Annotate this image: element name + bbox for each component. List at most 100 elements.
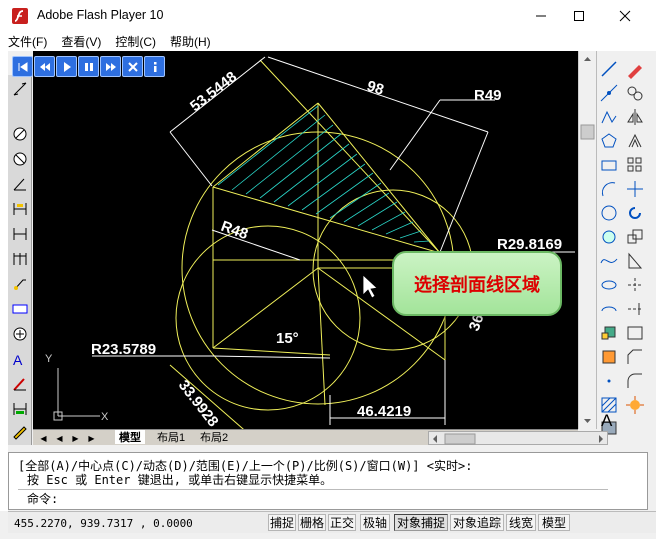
command-prompt: 命令: — [27, 492, 59, 506]
ortho-toggle[interactable]: 正交 — [328, 514, 356, 531]
lineweight-toggle[interactable]: 线宽 — [506, 514, 536, 531]
spline-icon[interactable] — [599, 251, 619, 271]
dim-r23-5789: R23.5789 — [91, 341, 156, 358]
polyline-icon[interactable] — [599, 107, 619, 127]
tab-nav-next[interactable]: ▶ — [69, 432, 82, 444]
menu-help[interactable]: 帮助(H) — [170, 33, 211, 50]
make-block-icon[interactable] — [599, 347, 619, 367]
move-icon[interactable] — [625, 179, 645, 199]
menu-bar: 文件(F) 查看(V) 控制(C) 帮助(H) — [0, 31, 656, 51]
angle-tool-icon[interactable] — [11, 175, 29, 193]
otrack-toggle[interactable]: 对象追踪 — [450, 514, 504, 531]
snap-toggle[interactable]: 捕捉 — [268, 514, 296, 531]
left-toolbar: A — [8, 75, 32, 445]
forward-button[interactable] — [100, 56, 121, 77]
tab-layout1[interactable]: 布局1 — [153, 430, 189, 444]
maximize-icon — [574, 10, 584, 21]
minimize-icon — [536, 15, 546, 16]
hatch-pattern — [217, 105, 430, 243]
model-toggle[interactable]: 模型 — [538, 514, 570, 531]
forward-icon — [105, 62, 116, 71]
command-history-line-2: 按 Esc 或 Enter 键退出, 或单击右键显示快捷菜单。 — [27, 473, 333, 487]
info-button[interactable] — [144, 56, 165, 77]
polygon-icon[interactable] — [599, 131, 619, 151]
scale-icon[interactable] — [625, 227, 645, 247]
tab-nav-prev[interactable]: ◀ — [53, 432, 66, 444]
vertical-scrollbar[interactable] — [578, 51, 595, 429]
close-movie-button[interactable] — [122, 56, 143, 77]
point-icon[interactable] — [599, 371, 619, 391]
tab-nav-first[interactable]: ◀ — [37, 432, 50, 444]
osnap-toggle[interactable]: 对象捕捉 — [394, 514, 448, 531]
menu-control[interactable]: 控制(C) — [115, 33, 156, 50]
menu-view[interactable]: 查看(V) — [61, 33, 101, 50]
cursor-coordinates: 455.2270, 939.7317 , 0.0000 — [14, 517, 193, 530]
dim-baseline-icon[interactable] — [11, 250, 29, 268]
trim-icon[interactable] — [625, 275, 645, 295]
svg-text:A: A — [13, 352, 23, 368]
command-input[interactable]: 命令: — [18, 489, 608, 506]
ellipse-icon[interactable] — [599, 275, 619, 295]
rewind-button[interactable] — [34, 56, 55, 77]
erase-tool-icon[interactable] — [625, 59, 645, 79]
break-icon[interactable] — [625, 323, 645, 343]
info-icon — [153, 61, 156, 72]
explode-icon[interactable] — [625, 395, 645, 415]
multiline-text-icon[interactable]: A — [598, 409, 618, 429]
circle-tool-2-icon[interactable] — [11, 150, 29, 168]
close-button[interactable] — [602, 0, 648, 31]
play-button[interactable] — [56, 56, 77, 77]
rectangle-icon[interactable] — [599, 155, 619, 175]
dimension-tool-icon[interactable] — [11, 80, 29, 98]
array-icon[interactable] — [625, 155, 645, 175]
rotate-icon[interactable] — [625, 203, 645, 223]
first-icon — [18, 61, 27, 72]
extend-icon[interactable] — [625, 299, 645, 319]
dim-update-icon[interactable] — [11, 423, 29, 441]
center-mark-icon[interactable] — [11, 325, 29, 343]
offset-icon[interactable] — [625, 131, 645, 151]
dim-linear-icon[interactable] — [11, 200, 29, 218]
dim-aligned-icon[interactable] — [11, 225, 29, 243]
pause-icon — [84, 62, 93, 71]
flash-app-icon — [12, 8, 28, 24]
pause-button[interactable] — [78, 56, 99, 77]
callout-text: 选择剖面线区域 — [414, 274, 540, 296]
line-tool-icon[interactable] — [599, 59, 619, 79]
cad-drawing: Y X 53.5448 98 R49 R29.8169 R48 15° R23.… — [45, 56, 575, 429]
horizontal-scrollbar[interactable] — [428, 431, 608, 445]
circle-icon[interactable] — [599, 203, 619, 223]
tolerance-icon[interactable] — [11, 300, 29, 318]
fillet-icon[interactable] — [625, 371, 645, 391]
tab-layout2[interactable]: 布局2 — [196, 430, 232, 444]
dim-edit-icon[interactable]: A — [11, 350, 29, 368]
arc-icon[interactable] — [599, 179, 619, 199]
construction-line-icon[interactable] — [599, 83, 619, 103]
player-controls — [12, 56, 165, 78]
menu-file[interactable]: 文件(F) — [8, 33, 47, 50]
polar-toggle[interactable]: 极轴 — [360, 514, 390, 531]
ellipse-arc-icon[interactable] — [599, 299, 619, 319]
leader-icon[interactable] — [11, 275, 29, 293]
drawing-canvas[interactable]: Y X 53.5448 98 R49 R29.8169 R48 15° R23.… — [33, 51, 578, 429]
revcloud-icon[interactable] — [599, 227, 619, 247]
mouse-cursor-icon — [362, 274, 378, 299]
maximize-button[interactable] — [556, 0, 602, 31]
dim-98: 98 — [365, 78, 386, 99]
layout-tabs-bar: ◀ ◀ ▶ ▶ 模型 布局1 布局2 — [33, 429, 608, 445]
tab-model[interactable]: 模型 — [115, 430, 145, 444]
dim-15deg: 15° — [276, 330, 299, 347]
grid-toggle[interactable]: 栅格 — [298, 514, 326, 531]
chamfer-icon[interactable] — [625, 347, 645, 367]
mirror-icon[interactable] — [625, 107, 645, 127]
dim-text-edit-icon[interactable] — [11, 375, 29, 393]
first-frame-button[interactable] — [12, 56, 33, 77]
dim-style-icon[interactable] — [11, 400, 29, 418]
stretch-icon[interactable] — [625, 251, 645, 271]
tip-callout: 选择剖面线区域 — [392, 251, 562, 316]
tab-nav-last[interactable]: ▶ — [85, 432, 98, 444]
copy-tool-icon[interactable] — [625, 83, 645, 103]
circle-tool-icon[interactable] — [11, 125, 29, 143]
insert-block-icon[interactable] — [599, 323, 619, 343]
svg-text:A: A — [601, 411, 613, 429]
